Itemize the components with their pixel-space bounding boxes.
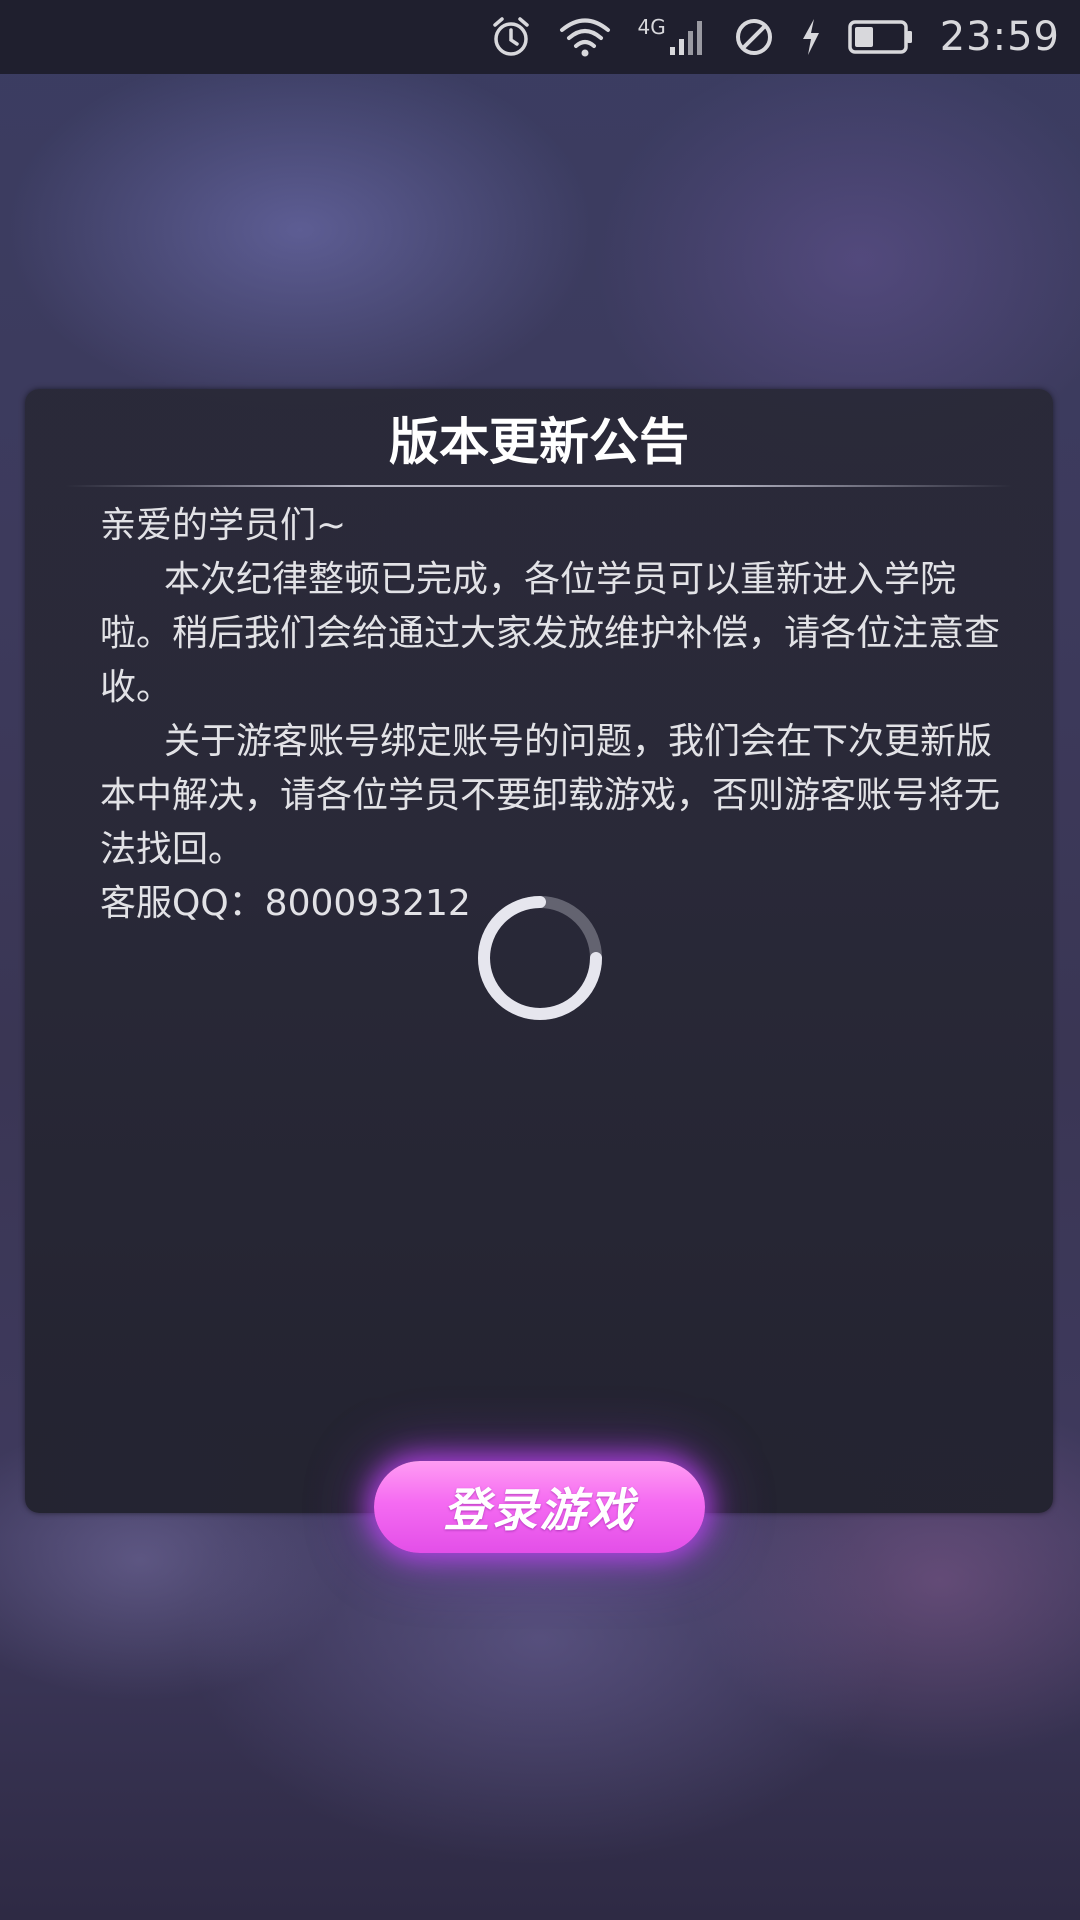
notice-paragraph: 关于游客账号绑定账号的问题，我们会在下次更新版本中解决，请各位学员不要卸载游戏，… bbox=[100, 721, 1001, 870]
status-bar: 4G 23:59 bbox=[0, 0, 1080, 74]
notice-paragraph: 本次纪律整顿已完成，各位学员可以重新进入学院啦。稍后我们会给通过大家发放维护补偿… bbox=[100, 559, 1001, 708]
status-time: 23:59 bbox=[939, 14, 1060, 60]
cell-signal-group: 4G bbox=[637, 15, 707, 59]
cell-signal-icon bbox=[668, 17, 708, 57]
login-game-button[interactable]: 登录游戏 bbox=[374, 1461, 705, 1553]
notice-greeting: 亲爱的学员们~ bbox=[100, 505, 347, 546]
network-type-label: 4G bbox=[637, 15, 666, 39]
wifi-icon bbox=[559, 17, 611, 57]
title-divider bbox=[65, 485, 1013, 487]
dialog-title: 版本更新公告 bbox=[389, 413, 689, 471]
login-button-label: 登录游戏 bbox=[443, 1483, 636, 1537]
game-screen: 4G 23:59 版本更新公告 亲爱的学员们~ 本次纪律整顿已完成，各位学员可以… bbox=[0, 0, 1080, 1920]
loading-spinner-icon bbox=[474, 892, 606, 1024]
charging-icon bbox=[800, 17, 822, 57]
notice-body[interactable]: 亲爱的学员们~ 本次纪律整顿已完成，各位学员可以重新进入学院啦。稍后我们会给通过… bbox=[100, 499, 1000, 931]
do-not-disturb-icon bbox=[734, 17, 774, 57]
alarm-icon bbox=[489, 15, 533, 59]
battery-icon bbox=[847, 19, 914, 55]
